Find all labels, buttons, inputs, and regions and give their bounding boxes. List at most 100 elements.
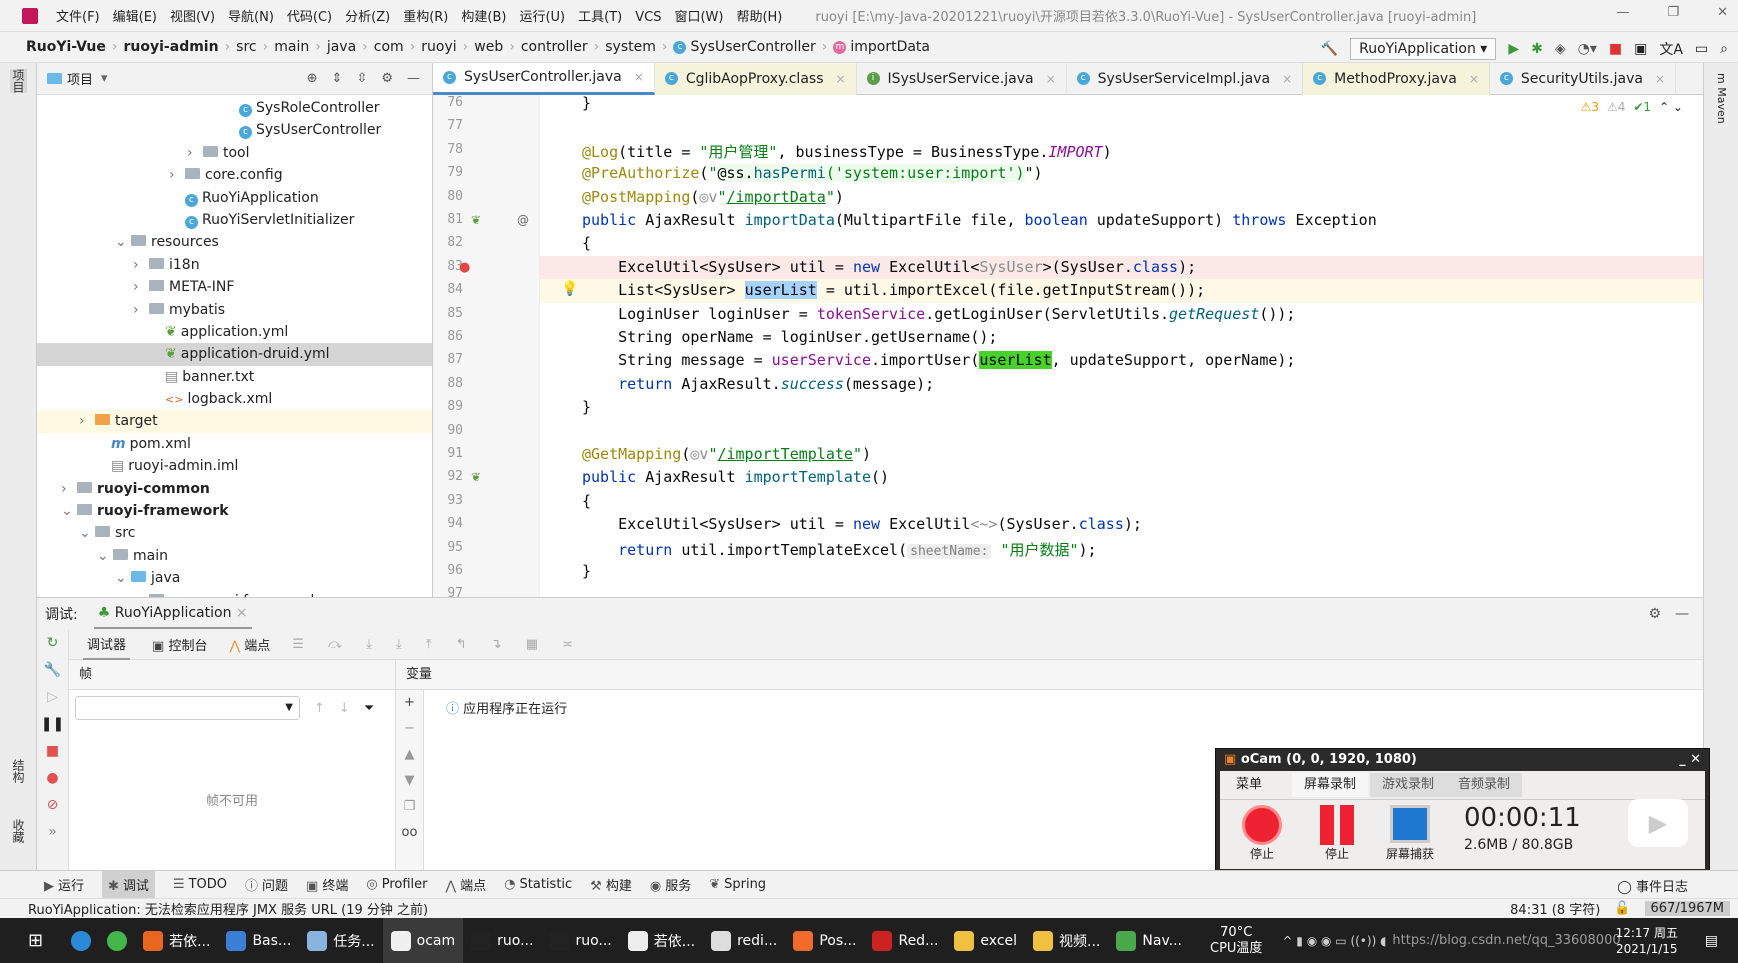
code-line[interactable]: String operName = loginUser.getUsername(… xyxy=(582,328,997,346)
line-number[interactable]: 80 xyxy=(433,189,463,204)
breakpoint-icon[interactable]: ● xyxy=(459,260,470,275)
tray-icons[interactable]: ^ ▮ ◉ ◉ ▭ ((•)) ◖ xyxy=(1282,934,1386,948)
code-line[interactable]: { xyxy=(582,492,591,510)
taskbar-item[interactable]: redi... xyxy=(703,918,785,963)
code-line[interactable]: { xyxy=(582,234,591,252)
menu-item[interactable]: 代码(C) xyxy=(287,10,332,25)
add-watch-icon[interactable]: + xyxy=(396,690,423,716)
code-line[interactable]: } xyxy=(582,398,591,416)
line-number[interactable]: 90 xyxy=(433,423,463,438)
filter-icon[interactable]: ⏷ xyxy=(364,701,374,716)
code-line[interactable]: LoginUser loginUser = tokenService.getLo… xyxy=(582,305,1295,323)
taskbar-item[interactable]: 若依... xyxy=(620,918,703,963)
remove-icon[interactable]: − xyxy=(396,716,423,742)
toolwindow-button[interactable]: ⓘ 问题 xyxy=(245,875,288,894)
minimize-button[interactable]: — xyxy=(1616,5,1629,20)
code-line[interactable]: ExcelUtil<SysUser> util = new ExcelUtil<… xyxy=(582,258,1196,276)
code-line[interactable]: return AjaxResult.success(message); xyxy=(582,375,934,393)
tree-item[interactable]: › tool xyxy=(37,142,432,164)
pause-icon[interactable]: ❚❚ xyxy=(37,711,68,738)
debug-icon[interactable]: ✱ xyxy=(1531,41,1543,57)
tree-item[interactable]: c SysRoleController xyxy=(37,97,432,119)
taskbar-item[interactable]: Bas... xyxy=(218,918,299,963)
run-config-select[interactable]: RuoYiApplication ▾ xyxy=(1350,38,1497,60)
chevron-right-icon[interactable]: › xyxy=(187,142,203,164)
menu-item[interactable]: 运行(U) xyxy=(519,10,565,25)
favorites-side-tab[interactable]: 收藏 xyxy=(10,819,27,843)
ocam-minimize-button[interactable]: _ xyxy=(1679,752,1690,767)
line-number[interactable]: 86 xyxy=(433,329,463,344)
line-number[interactable]: 94 xyxy=(433,516,463,531)
taskbar-item[interactable]: 视频... xyxy=(1025,918,1108,963)
resume-icon[interactable]: ▷ xyxy=(37,684,68,711)
ocam-screen-capture-button[interactable]: 屏幕捕获 xyxy=(1386,805,1434,862)
taskbar-item[interactable]: ruo... xyxy=(463,918,541,963)
play-icon[interactable]: ▶ xyxy=(1628,799,1688,847)
tree-item[interactable]: <> logback.xml xyxy=(37,388,432,410)
menu-item[interactable]: 重构(R) xyxy=(403,10,448,25)
taskbar-item[interactable]: ocam xyxy=(382,918,464,963)
editor-tab[interactable]: c MethodProxy.java × xyxy=(1303,62,1490,95)
chevron-down-icon[interactable]: ⌄ xyxy=(97,545,113,567)
toolwindow-button[interactable]: ⚒ 构建 xyxy=(590,875,632,894)
chevron-right-icon[interactable]: › xyxy=(79,410,95,432)
tree-item[interactable]: m pom.xml xyxy=(37,433,432,455)
menu-item[interactable]: 窗口(W) xyxy=(674,10,723,25)
tree-item[interactable]: ❦ application-druid.yml xyxy=(37,343,432,366)
chevron-right-icon[interactable]: › xyxy=(133,254,149,276)
event-log-button[interactable]: ◯ 事件日志 xyxy=(1617,876,1688,895)
project-view-select[interactable]: 项目 xyxy=(67,69,93,88)
breadcrumb-item[interactable]: ruoyi xyxy=(421,39,456,55)
up-icon[interactable]: ↑ xyxy=(314,701,325,716)
toolwindow-button[interactable]: ◎ Profiler xyxy=(366,877,427,892)
close-tab-icon[interactable]: × xyxy=(1046,72,1056,86)
line-number[interactable]: 87 xyxy=(433,352,463,367)
tree-item[interactable]: ⌄ resources xyxy=(37,231,432,253)
tree-item[interactable]: › core.config xyxy=(37,164,432,186)
chevron-right-icon[interactable]: › xyxy=(169,164,185,186)
breadcrumb-item[interactable]: controller xyxy=(521,39,588,55)
gear-icon[interactable]: ⚙ xyxy=(381,71,393,86)
breadcrumb-item[interactable]: java xyxy=(327,39,356,55)
line-number[interactable]: 97 xyxy=(433,586,463,597)
ocam-tab[interactable]: 菜单 xyxy=(1224,773,1274,797)
coverage-icon[interactable]: ◈ xyxy=(1555,41,1566,57)
chevron-down-icon[interactable]: ⌄ xyxy=(79,522,95,544)
gear-icon[interactable]: ⚙ xyxy=(1648,606,1661,622)
line-number[interactable]: 96 xyxy=(433,563,463,578)
tree-item[interactable]: ⌄ src xyxy=(37,522,432,544)
menu-item[interactable]: 分析(Z) xyxy=(345,10,390,25)
chevron-right-icon[interactable]: › xyxy=(133,299,149,321)
chevron-down-icon[interactable]: ⌄ xyxy=(61,500,77,522)
line-number[interactable]: 76 xyxy=(433,95,463,110)
inspection-widget[interactable]: ⚠3 ⚠4 ✔1 ⌃ ⌄ xyxy=(1581,100,1683,114)
tree-item[interactable]: › META-INF xyxy=(37,276,432,298)
menu-item[interactable]: 构建(B) xyxy=(461,10,506,25)
code-line[interactable]: List<SysUser> userList = util.importExce… xyxy=(582,281,1205,300)
hide-icon[interactable]: — xyxy=(407,71,420,86)
glasses-icon[interactable]: oo xyxy=(396,820,423,846)
code-line[interactable]: return util.importTemplateExcel(sheetNam… xyxy=(582,539,1097,560)
toolwindow-button[interactable]: ▶ 运行 xyxy=(44,875,84,894)
code-line[interactable]: @Log(title = "用户管理", businessType = Busi… xyxy=(582,141,1112,162)
tree-item[interactable]: › i18n xyxy=(37,254,432,276)
edge-icon[interactable] xyxy=(63,918,99,963)
up-icon[interactable]: ▲ xyxy=(396,742,423,768)
breadcrumb-item[interactable]: SysUserController xyxy=(690,39,815,55)
code-line[interactable]: @PreAuthorize("@ss.hasPermi('system:user… xyxy=(582,164,1043,183)
tree-item[interactable]: c RuoYiServletInitializer xyxy=(37,209,432,231)
line-number[interactable]: 82 xyxy=(433,235,463,250)
menu-item[interactable]: VCS xyxy=(635,10,661,25)
down-icon[interactable]: ▼ xyxy=(396,768,423,794)
chevron-down-icon[interactable]: ⌄ xyxy=(115,231,131,253)
editor-tab[interactable]: c SysUserController.java × xyxy=(433,62,655,95)
taskbar-item[interactable]: ruo... xyxy=(541,918,619,963)
collapse-all-icon[interactable]: ⇳ xyxy=(356,71,367,86)
code-line[interactable]: @PostMapping(◎v"/importData") xyxy=(582,188,844,206)
toolwindow-button[interactable]: ◉ 服务 xyxy=(650,875,691,894)
locate-icon[interactable]: ⊕ xyxy=(307,71,318,86)
line-number[interactable]: 85 xyxy=(433,306,463,321)
tab-endpoints[interactable]: ⋀ 端点 xyxy=(229,635,270,654)
editor-tab[interactable]: i ISysUserService.java × xyxy=(857,62,1067,95)
spring-bean-icon[interactable]: ❦ xyxy=(471,213,481,227)
